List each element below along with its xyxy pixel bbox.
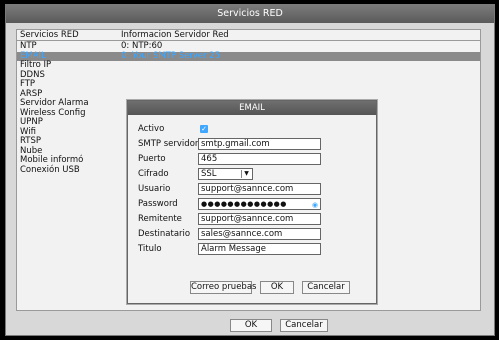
encryption-select[interactable]: SSL ▼: [198, 168, 253, 180]
cancel-button[interactable]: Cancelar: [280, 319, 328, 332]
table-row[interactable]: DDNS: [17, 70, 480, 81]
subject-input[interactable]: Alarm Message: [198, 243, 321, 255]
table-row[interactable]: FTP: [17, 79, 480, 90]
window-title: Servicios RED: [6, 5, 494, 23]
password-input[interactable]: ●●●●●●●●●●●●● ◉: [198, 198, 321, 210]
show-password-icon[interactable]: ◉: [312, 200, 318, 209]
usuario-label: Usuario: [138, 184, 171, 194]
username-input[interactable]: support@sannce.com: [198, 183, 321, 195]
table-header: Servicios RED Informacion Servidor Red: [17, 30, 480, 41]
activo-checkbox[interactable]: ✓: [200, 125, 208, 133]
cifrado-label: Cifrado: [138, 169, 169, 179]
chevron-down-icon[interactable]: ▼: [241, 170, 251, 178]
password-label: Password: [138, 199, 178, 209]
smtp-label: SMTP servidor: [138, 139, 199, 149]
dialog-cancel-button[interactable]: Cancelar: [302, 281, 350, 294]
encryption-value: SSL: [201, 169, 217, 179]
puerto-label: Puerto: [138, 154, 166, 164]
table-row[interactable]: Filtro IP: [17, 60, 480, 71]
service-name: Conexión USB: [20, 164, 80, 175]
table-row[interactable]: EMAIL 0: Your SMTP Server:25: [17, 50, 480, 61]
destinatario-label: Destinatario: [138, 229, 191, 239]
recipient-input[interactable]: sales@sannce.com: [198, 228, 321, 240]
smtp-server-input[interactable]: smtp.gmail.com: [198, 138, 321, 150]
remitente-label: Remitente: [138, 214, 182, 224]
services-table: Servicios RED Informacion Servidor Red N…: [16, 29, 481, 311]
service-info: 0: Your SMTP Server:25: [121, 50, 220, 61]
table-row[interactable]: NTP 0: NTP:60: [17, 41, 480, 52]
ok-button[interactable]: OK: [230, 319, 272, 332]
titulo-label: Titulo: [138, 244, 162, 254]
email-dialog-title: EMAIL: [128, 101, 376, 115]
test-email-button[interactable]: Correo pruebas: [190, 281, 256, 294]
network-services-window: Servicios RED Servicios RED Informacion …: [5, 4, 495, 336]
dialog-ok-button[interactable]: OK: [260, 281, 294, 294]
port-input[interactable]: 465: [198, 153, 321, 165]
email-dialog: EMAIL Activo ✓ SMTP servidor smtp.gmail.…: [127, 100, 377, 304]
header-server-info: Informacion Servidor Red: [121, 30, 229, 40]
header-services: Servicios RED: [20, 30, 79, 40]
password-value: ●●●●●●●●●●●●●: [201, 200, 287, 208]
activo-label: Activo: [138, 124, 165, 134]
sender-input[interactable]: support@sannce.com: [198, 213, 321, 225]
